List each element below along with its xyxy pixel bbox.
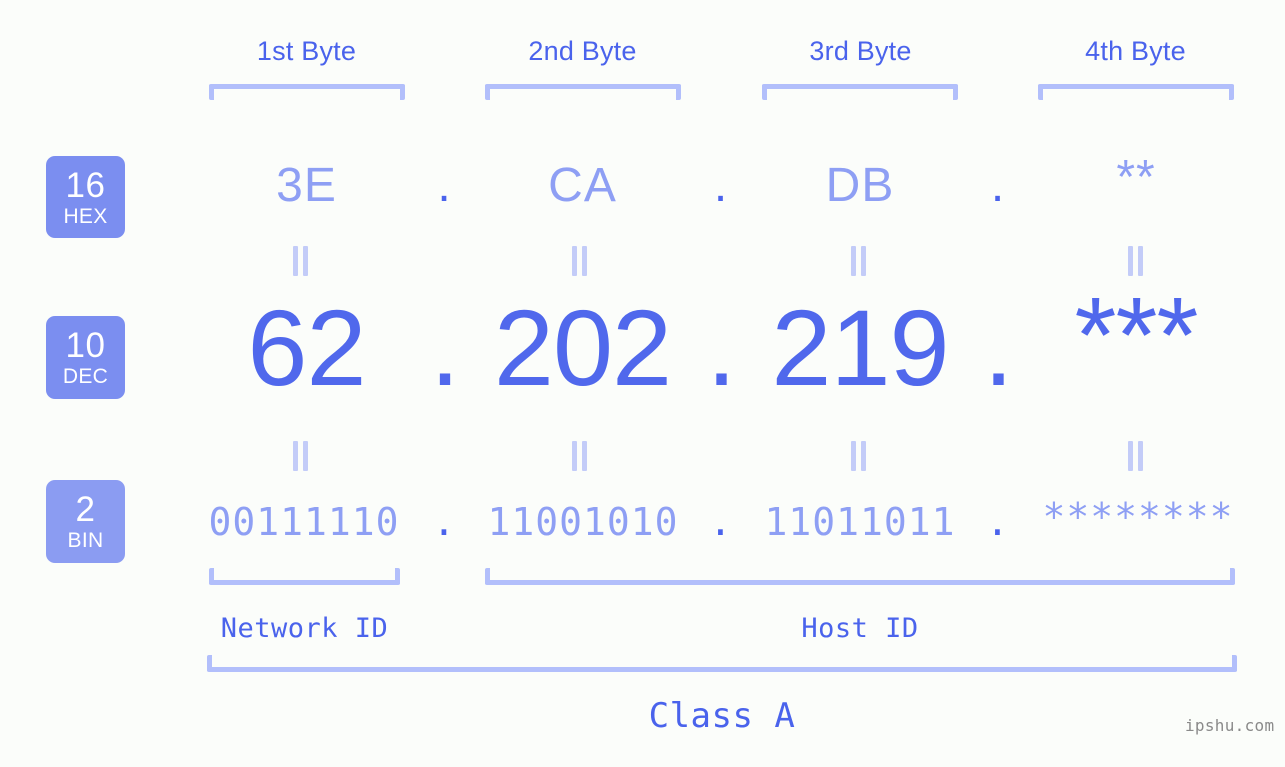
equals-marker-dec-bin-2 xyxy=(572,441,588,471)
hex-byte-1: 3E xyxy=(276,159,337,212)
host-id-label: Host ID xyxy=(801,613,919,644)
bin-separator-2: . xyxy=(709,500,733,544)
hex-separator-2: . xyxy=(713,159,729,212)
radix-badge-dec: 10 DEC xyxy=(46,316,125,399)
radix-badge-hex: 16 HEX xyxy=(46,156,125,238)
radix-badge-dec-abbr: DEC xyxy=(62,365,109,388)
watermark: ipshu.com xyxy=(1185,716,1275,735)
dec-separator-1: . xyxy=(429,287,460,408)
bin-byte-4: ******** xyxy=(1042,495,1234,539)
radix-badge-dec-number: 10 xyxy=(65,326,106,365)
byte-bracket-1 xyxy=(209,84,405,100)
radix-badge-bin-number: 2 xyxy=(75,490,96,529)
bin-byte-2: 11001010 xyxy=(487,500,679,544)
bin-separator-3: . xyxy=(986,500,1010,544)
equals-marker-dec-bin-3 xyxy=(851,441,867,471)
bin-separator-1: . xyxy=(432,500,457,544)
bin-byte-1: 00111110 xyxy=(208,500,400,544)
class-label: Class A xyxy=(648,696,796,736)
byte-bracket-4 xyxy=(1038,84,1234,100)
radix-badge-bin-abbr: BIN xyxy=(67,529,104,552)
byte-bracket-2 xyxy=(485,84,681,100)
hex-byte-4: ** xyxy=(1116,151,1156,204)
bin-byte-3: 11011011 xyxy=(764,500,956,544)
byte-header-3: 3rd Byte xyxy=(809,36,912,66)
hex-separator-3: . xyxy=(990,159,1006,212)
dec-separator-3: . xyxy=(983,287,1013,408)
equals-marker-dec-bin-1 xyxy=(293,441,309,471)
byte-header-1: 1st Byte xyxy=(256,36,357,66)
byte-header-2: 2nd Byte xyxy=(528,36,637,66)
byte-bracket-3 xyxy=(762,84,958,100)
hex-separator-1: . xyxy=(437,159,452,212)
dec-byte-3: 219 xyxy=(771,287,949,408)
radix-badge-bin: 2 BIN xyxy=(46,480,125,563)
equals-marker-dec-bin-4 xyxy=(1128,441,1144,471)
equals-marker-hex-dec-3 xyxy=(851,246,867,276)
equals-marker-hex-dec-1 xyxy=(293,246,309,276)
hex-byte-3: DB xyxy=(825,159,895,212)
hex-byte-2: CA xyxy=(548,159,617,212)
class-bracket xyxy=(207,655,1237,672)
network-id-bracket xyxy=(209,568,400,585)
equals-marker-hex-dec-2 xyxy=(572,246,588,276)
radix-badge-hex-abbr: HEX xyxy=(63,204,108,228)
ip-address-breakdown-diagram: 1st Byte 2nd Byte 3rd Byte 4th Byte 16 H… xyxy=(0,0,1285,767)
dec-byte-2: 202 xyxy=(493,287,672,408)
network-id-label: Network ID xyxy=(220,613,389,644)
dec-byte-4: *** xyxy=(1074,274,1198,395)
dec-separator-2: . xyxy=(706,287,736,408)
radix-badge-hex-number: 16 xyxy=(65,165,106,205)
host-id-bracket xyxy=(485,568,1235,585)
byte-header-4: 4th Byte xyxy=(1085,36,1186,66)
dec-byte-1: 62 xyxy=(247,287,366,408)
